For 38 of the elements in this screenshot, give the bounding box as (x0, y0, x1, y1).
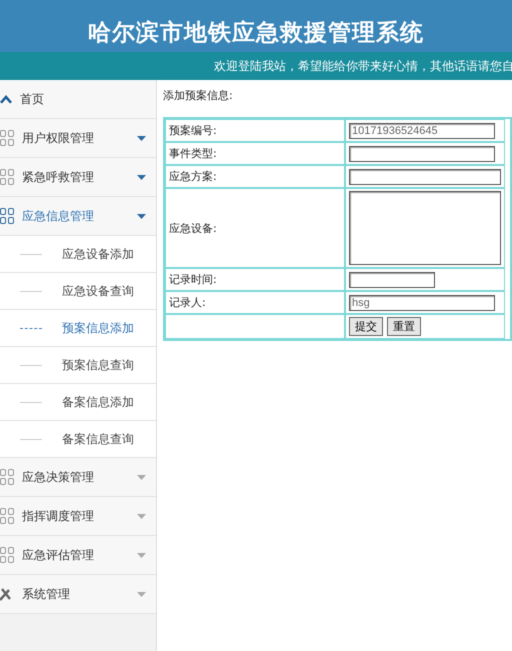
grid-icon (0, 508, 14, 524)
field-label: 应急设备: (165, 188, 345, 268)
input-field[interactable]: hsg (349, 294, 495, 310)
submenu-item[interactable]: 应急设备添加 (0, 236, 156, 273)
welcome-text: 欢迎登陆我站，希望能给你带来好心情，其他话语请您自 (214, 58, 512, 74)
field-label: 记录人: (165, 291, 345, 314)
menu-item[interactable]: 应急决策管理 (0, 458, 156, 497)
menu-item[interactable]: 用户权限管理 (0, 119, 156, 158)
submenu-item[interactable]: 备案信息查询 (0, 421, 156, 458)
input-field[interactable] (349, 168, 501, 184)
form-title: 添加预案信息: (163, 88, 234, 103)
input-field[interactable] (349, 272, 435, 288)
field-label: 应急方案: (165, 165, 345, 188)
menu-item[interactable]: 应急信息管理 (0, 197, 156, 236)
menu-item[interactable]: 紧急呼救管理 (0, 158, 156, 197)
system-title: 哈尔滨市地铁应急救援管理系统 (88, 19, 424, 47)
grid-icon (0, 547, 14, 563)
field-label: 事件类型: (165, 142, 345, 165)
submenu-item[interactable]: 预案信息添加 (0, 310, 156, 347)
form-button[interactable]: 提交 (349, 317, 383, 336)
menu-item[interactable]: 首页 (0, 80, 156, 119)
submenu-item[interactable]: 备案信息添加 (0, 384, 156, 421)
input-field[interactable] (349, 146, 495, 162)
menu-item[interactable]: 应急评估管理 (0, 536, 156, 575)
text-area[interactable] (349, 191, 501, 265)
grid-icon (0, 130, 14, 146)
field-label: 预案编号: (165, 119, 345, 142)
menu-item[interactable]: 指挥调度管理 (0, 497, 156, 536)
grid-icon (0, 169, 14, 185)
submenu-item[interactable]: 预案信息查询 (0, 347, 156, 384)
grid-icon (0, 208, 14, 224)
home-icon (0, 94, 12, 104)
menu-item[interactable]: 系统管理 (0, 575, 156, 614)
grid-icon (0, 469, 14, 485)
submenu-item[interactable]: 应急设备查询 (0, 273, 156, 310)
field-label: 记录时间: (165, 268, 345, 291)
form-button[interactable]: 重置 (387, 317, 421, 336)
input-field[interactable]: 10171936524645 (349, 122, 495, 138)
